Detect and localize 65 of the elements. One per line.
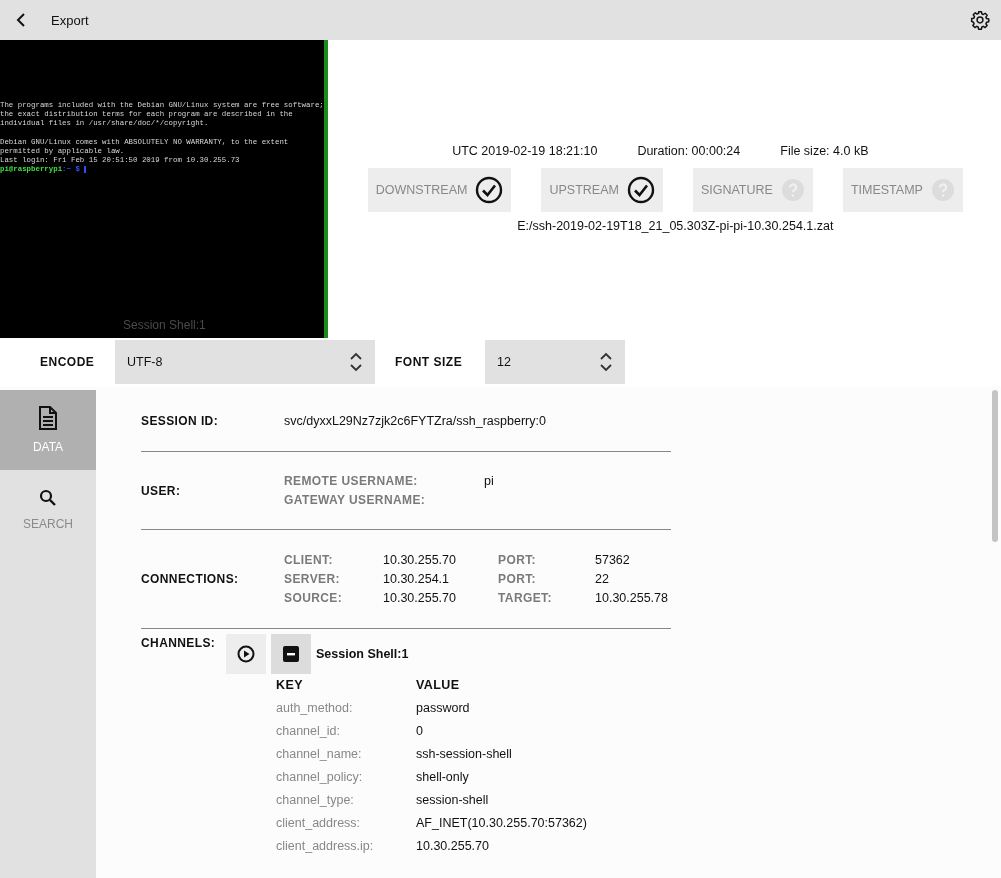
verification-label: SIGNATURE xyxy=(700,183,773,197)
terminal-caption: Session Shell:1 xyxy=(123,318,206,332)
encode-label: ENCODE xyxy=(40,355,96,369)
file-size-text: File size: 4.0 kB xyxy=(780,144,869,158)
page-title: Export xyxy=(51,12,89,28)
field-value: 10.30.255.70 xyxy=(383,553,457,567)
section-label: USER: xyxy=(141,483,182,498)
property-key: channel_type: xyxy=(276,793,416,807)
settings-icon[interactable] xyxy=(970,10,990,30)
field-value: 57362 xyxy=(595,553,631,567)
property-value: session-shell xyxy=(416,793,490,807)
check-circle-icon xyxy=(626,176,655,204)
property-value: password xyxy=(416,701,471,715)
timestamp-text: UTC 2019-02-19 18:21:10 xyxy=(452,144,598,158)
field-label: PORT: xyxy=(498,553,537,567)
up-down-chevron-icon xyxy=(349,351,363,373)
verification-label: TIMESTAMP xyxy=(850,183,923,197)
document-icon xyxy=(38,406,58,430)
search-icon xyxy=(39,489,57,507)
property-value: ssh-session-shell xyxy=(416,747,513,761)
field-value: 22 xyxy=(595,572,610,586)
property-value: shell-only xyxy=(416,770,470,784)
play-circle-icon xyxy=(237,645,255,663)
verification-label: DOWNSTREAM xyxy=(375,183,468,197)
property-key: channel_id: xyxy=(276,724,416,738)
field-value: 10.30.255.78 xyxy=(595,591,668,605)
scrollbar-thumb[interactable] xyxy=(992,390,998,542)
font-size-select[interactable]: 12 xyxy=(485,340,625,384)
property-value: 0 xyxy=(416,724,424,738)
property-key: channel_name: xyxy=(276,747,416,761)
column-header: VALUE xyxy=(416,678,461,692)
field-value: 10.30.255.70 xyxy=(383,591,457,605)
section-label: CONNECTIONS: xyxy=(141,572,240,586)
property-value: AF_INET(10.30.255.70:57362) xyxy=(416,816,587,830)
field-label: SOURCE: xyxy=(284,591,344,605)
file-path-text: E:/ssh-2019-02-19T18_21_05.303Z-pi-pi-10.30.254.1.zat xyxy=(517,219,834,233)
field-label: REMOTE USERNAME: xyxy=(284,474,419,488)
field-value: 10.30.254.1 xyxy=(383,572,451,586)
duration-text: Duration: 00:00:24 xyxy=(637,144,741,158)
field-value: pi xyxy=(484,474,494,488)
property-key: channel_policy: xyxy=(276,770,416,784)
session-id-value: svc/dyxxL29Nz7zjk2c6FYTZra/ssh_raspberry:0 xyxy=(284,413,546,428)
property-key: auth_method: xyxy=(276,701,416,715)
field-label: CLIENT: xyxy=(284,553,334,567)
field-label: GATEWAY USERNAME: xyxy=(284,493,427,507)
font-size-label: FONT SIZE xyxy=(395,355,464,369)
channel-name: Session Shell:1 xyxy=(316,647,409,661)
collapse-toggle-button[interactable] xyxy=(271,634,311,674)
play-button[interactable] xyxy=(226,634,266,674)
field-label: PORT: xyxy=(498,572,537,586)
column-header: KEY xyxy=(276,678,304,692)
property-key: client_address: xyxy=(276,816,416,830)
minus-square-icon xyxy=(283,646,299,662)
up-down-chevron-icon xyxy=(599,351,613,373)
terminal-cursor xyxy=(83,165,86,173)
field-label: TARGET: xyxy=(498,591,553,605)
property-key: client_address.ip: xyxy=(276,839,416,853)
encode-select[interactable]: UTF-8 xyxy=(115,340,375,384)
property-value: 10.30.255.70 xyxy=(416,839,490,853)
section-label: CHANNELS: xyxy=(141,635,217,652)
section-label: SESSION ID: xyxy=(141,413,220,428)
chevron-left-icon xyxy=(16,13,26,27)
field-label: SERVER: xyxy=(284,572,341,586)
verification-label: UPSTREAM xyxy=(549,183,619,197)
check-circle-icon xyxy=(475,176,504,204)
